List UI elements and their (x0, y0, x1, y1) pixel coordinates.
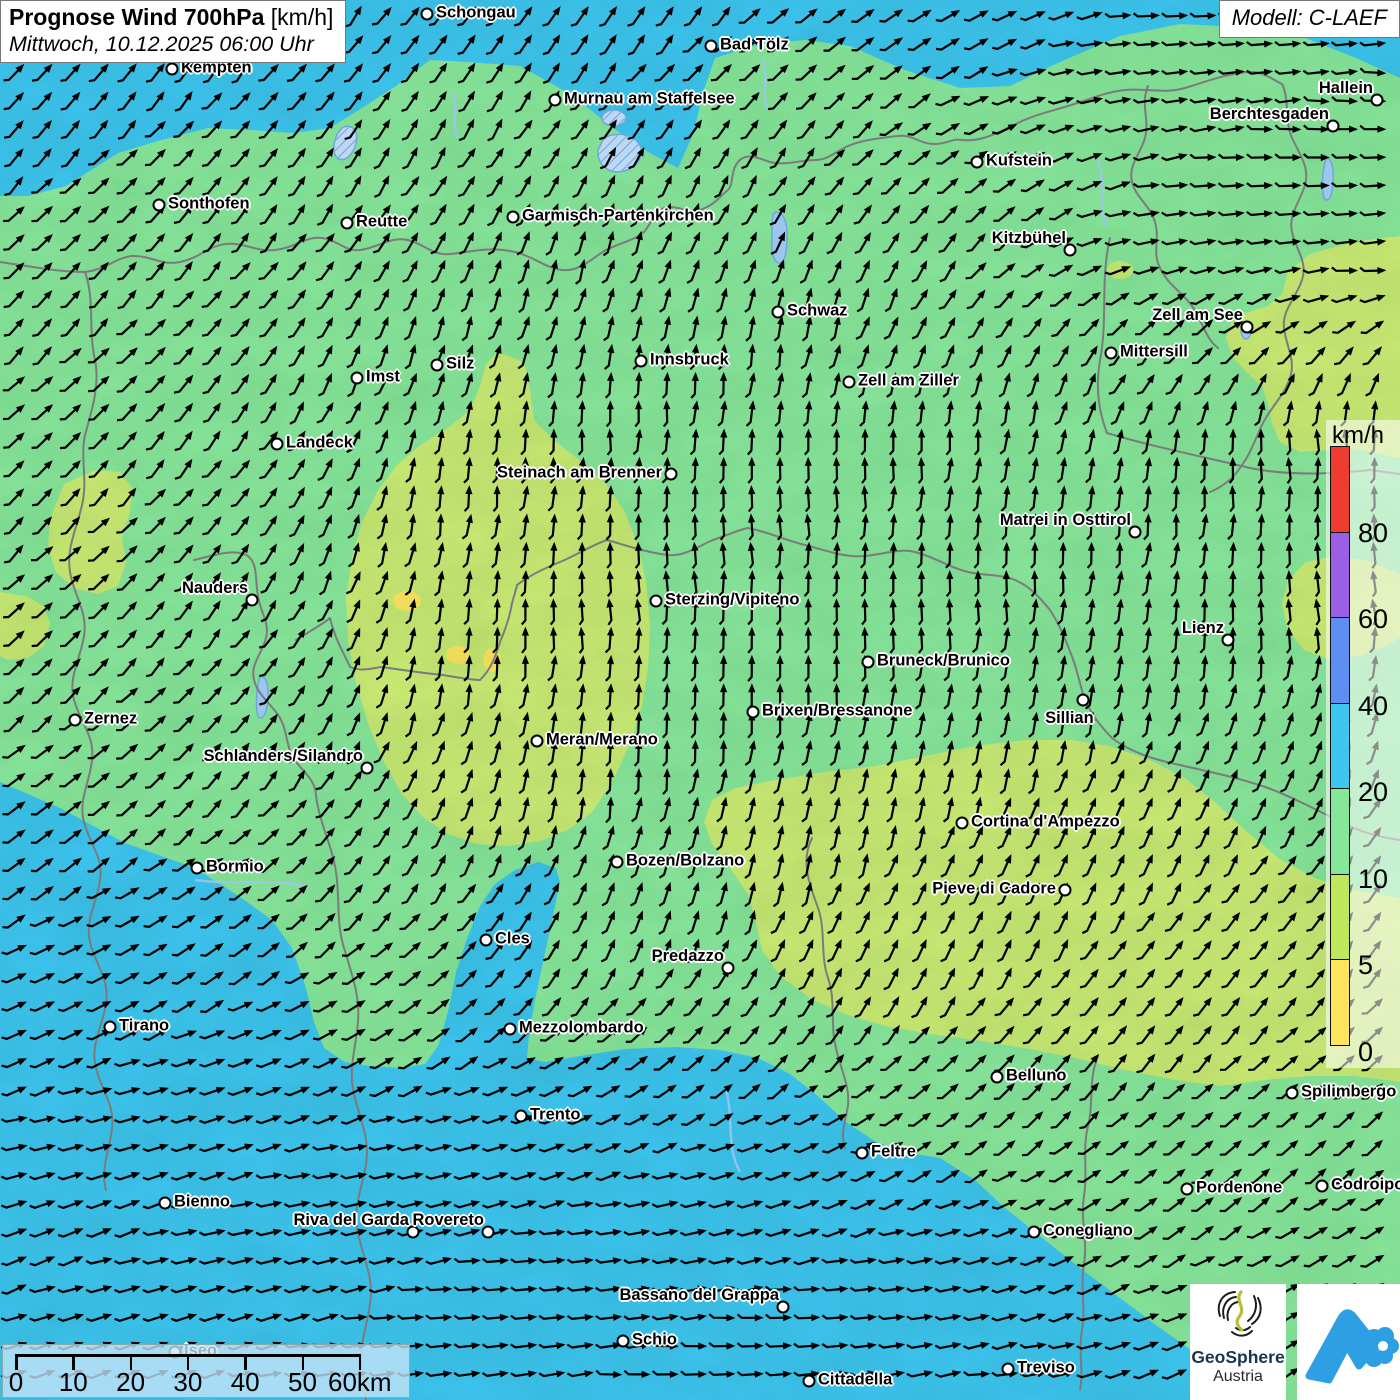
geosphere-contour-logo-icon (1210, 1284, 1266, 1342)
legend: km/h 806040201050 (1326, 420, 1400, 1068)
legend-band (1330, 959, 1350, 1046)
legend-color-bar (1330, 447, 1350, 1046)
scalebar-tick-label: 0 (9, 1367, 23, 1398)
legend-band (1330, 617, 1350, 704)
legend-band (1330, 446, 1350, 533)
title-unit: [km/h] (264, 4, 333, 30)
weather-map-frame: SchongauBad TölzKemptenMurnau am Staffel… (0, 0, 1400, 1400)
legend-tick-label: 80 (1358, 520, 1388, 547)
title-box: Prognose Wind 700hPa [km/h] Mittwoch, 10… (0, 0, 346, 63)
geosphere-name: GeoSphere (1190, 1347, 1286, 1368)
page-title: Prognose Wind 700hPa [km/h] (9, 4, 333, 31)
legend-tick-label: 0 (1358, 1039, 1373, 1066)
legend-tick-label: 10 (1358, 866, 1388, 893)
model-label: Modell: C-LAEF (1219, 0, 1400, 38)
legend-tick-label: 60 (1358, 606, 1388, 633)
wind-speed-map (0, 0, 1400, 1400)
legend-band (1330, 703, 1350, 790)
scalebar-tick-label: 20 (116, 1367, 145, 1398)
scalebar-tick-label: 30 (173, 1367, 202, 1398)
legend-tick-label: 5 (1358, 952, 1373, 979)
partner-logo-box (1297, 1284, 1400, 1400)
legend-tick-label: 20 (1358, 779, 1388, 806)
lake-koenigssee (1322, 158, 1333, 200)
scalebar-tick-label: 60km (328, 1367, 392, 1398)
scalebar-tick-label: 50 (288, 1367, 317, 1398)
geosphere-country: Austria (1190, 1368, 1286, 1386)
legend-band (1330, 532, 1350, 619)
scalebar-tick-label: 40 (231, 1367, 260, 1398)
legend-band (1330, 874, 1350, 961)
legend-tick-label: 40 (1358, 693, 1388, 720)
lake-zellersee (1241, 321, 1251, 339)
title-main: Prognose Wind 700hPa (9, 4, 264, 30)
legend-band (1330, 788, 1350, 875)
distance-scalebar: 0 10 20 30 40 50 60km (2, 1344, 410, 1398)
scalebar-tick-label: 10 (59, 1367, 88, 1398)
mountain-cloud-logo-icon (1297, 1284, 1400, 1400)
geosphere-logo-box: GeoSphere Austria (1190, 1284, 1286, 1400)
title-datetime: Mittwoch, 10.12.2025 06:00 Uhr (9, 32, 333, 57)
